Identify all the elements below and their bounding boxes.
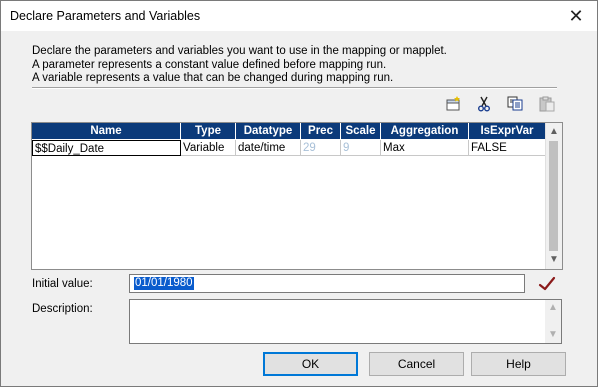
scroll-up-icon[interactable]: ▲ — [545, 302, 561, 313]
initial-value-text: 01/01/1980 — [134, 277, 194, 290]
scroll-down-icon[interactable]: ▼ — [545, 329, 561, 340]
description-input[interactable]: ▲ ▼ — [129, 299, 562, 344]
variables-table[interactable]: Name Type Datatype Prec Scale Aggregatio… — [31, 122, 563, 270]
scroll-thumb[interactable] — [549, 141, 558, 251]
close-icon[interactable]: ✕ — [565, 5, 587, 27]
cancel-button[interactable]: Cancel — [369, 352, 464, 376]
ok-button[interactable]: OK — [263, 352, 358, 376]
initial-value-label: Initial value: — [32, 278, 93, 290]
instructions-text: Declare the parameters and variables you… — [32, 45, 447, 86]
title-bar: Declare Parameters and Variables ✕ — [1, 1, 597, 31]
column-header-name[interactable]: Name — [32, 123, 181, 139]
paste-icon[interactable] — [538, 95, 556, 112]
instruction-line: A variable represents a value that can b… — [32, 72, 394, 84]
column-header-isexprvar[interactable]: IsExprVar — [469, 123, 546, 139]
cell-datatype[interactable]: date/time — [236, 140, 301, 156]
cell-prec: 29 — [301, 140, 341, 156]
declare-parameters-dialog: Declare Parameters and Variables ✕ Decla… — [0, 0, 598, 387]
description-scrollbar[interactable]: ▲ ▼ — [545, 300, 561, 343]
cut-icon[interactable] — [475, 95, 493, 112]
column-header-datatype[interactable]: Datatype — [236, 123, 301, 139]
column-header-scale[interactable]: Scale — [341, 123, 381, 139]
instruction-line: Declare the parameters and variables you… — [32, 45, 447, 57]
scroll-up-icon[interactable]: ▲ — [546, 124, 562, 140]
table-vertical-scrollbar[interactable]: ▲ ▼ — [545, 123, 562, 269]
scroll-down-icon[interactable]: ▼ — [546, 252, 562, 268]
new-icon[interactable] — [445, 95, 463, 112]
instruction-line: A parameter represents a constant value … — [32, 58, 387, 71]
validate-check-icon[interactable] — [537, 274, 557, 294]
cell-type[interactable]: Variable — [181, 140, 236, 156]
cell-name[interactable]: $$Daily_Date — [32, 140, 181, 156]
separator — [32, 87, 557, 89]
column-header-prec[interactable]: Prec — [301, 123, 341, 139]
column-header-aggregation[interactable]: Aggregation — [381, 123, 469, 139]
copy-icon[interactable] — [506, 95, 524, 112]
window-title: Declare Parameters and Variables — [10, 9, 201, 23]
column-header-type[interactable]: Type — [181, 123, 236, 139]
initial-value-input[interactable]: 01/01/1980 — [129, 274, 525, 293]
cell-isexprvar[interactable]: FALSE — [469, 140, 546, 156]
help-button[interactable]: Help — [471, 352, 566, 376]
cell-scale: 9 — [341, 140, 381, 156]
cell-aggregation[interactable]: Max — [381, 140, 469, 156]
description-label: Description: — [32, 303, 93, 315]
